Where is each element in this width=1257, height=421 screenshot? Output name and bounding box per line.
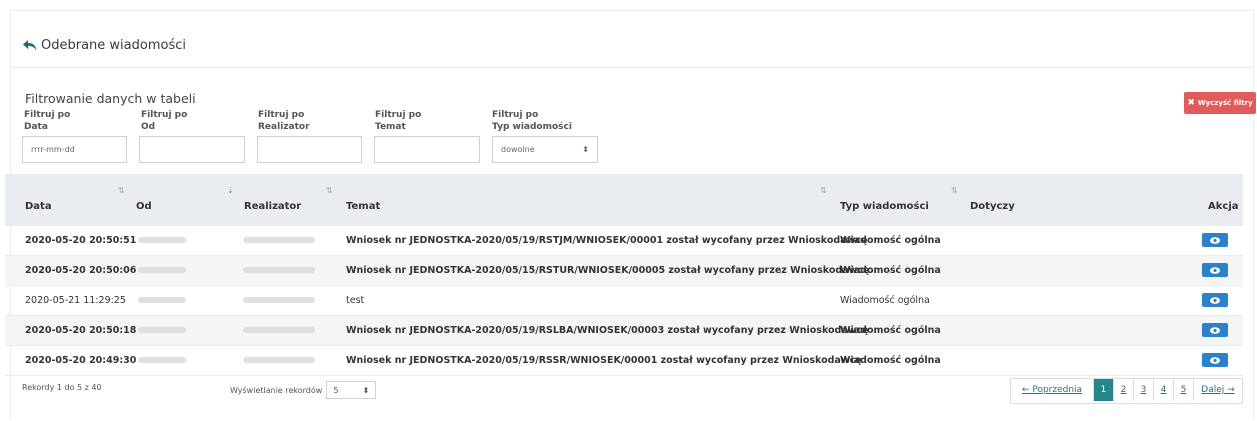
date-filter-input[interactable]: rrrr-mm-dd (22, 136, 127, 163)
eye-icon (1210, 266, 1220, 274)
filter-label: Typ wiadomości (492, 122, 572, 132)
sort-icon[interactable]: ⇅ (820, 186, 827, 195)
filter-label: Data (24, 122, 48, 132)
sort-icon[interactable]: ⇅ (951, 186, 958, 195)
view-button[interactable] (1202, 323, 1228, 337)
table-row[interactable]: 2020-05-20 20:50:06 Wniosek nr JEDNOSTKA… (5, 256, 1243, 286)
close-icon: ✖ (1187, 98, 1195, 108)
eye-icon (1210, 326, 1220, 334)
message-type-select[interactable]: dowolne ⬍ (492, 136, 598, 163)
filter-message-type: Filtruj po Typ wiadomości dowolne ⬍ (492, 109, 598, 163)
cell-date: 2020-05-20 20:49:30 (25, 355, 137, 366)
page-link-4[interactable]: 4 (1154, 379, 1174, 401)
records-info: Rekordy 1 do 5 z 40 (22, 383, 102, 392)
redacted-sender (138, 327, 186, 333)
page-link-1[interactable]: 1 (1094, 379, 1114, 401)
filter-from: Filtruj po Od (139, 109, 245, 163)
per-page-label: Wyświetlanie rekordów (230, 385, 323, 395)
filter-label: Realizator (258, 122, 310, 132)
redacted-sender (138, 267, 186, 273)
col-header-realizator[interactable]: Realizator (244, 201, 301, 212)
page-link-2[interactable]: 2 (1114, 379, 1134, 401)
per-page-select[interactable]: 5 ⬍ (326, 381, 377, 399)
table-row[interactable]: 2020-05-20 20:50:51 Wniosek nr JEDNOSTKA… (5, 226, 1243, 256)
filter-label: Filtruj po (258, 110, 305, 120)
pagination: ← Poprzednia 1 2 3 4 5 Dalej → (1010, 378, 1243, 404)
cell-type: Wiadomość ogólna (840, 265, 941, 276)
filter-label: Filtruj po (141, 110, 188, 120)
redacted-realizator (243, 297, 315, 303)
from-filter-input[interactable] (139, 136, 245, 163)
updown-icon: ⬍ (362, 385, 370, 395)
cell-subject: Wniosek nr JEDNOSTKA-2020/05/19/RSLBA/WN… (346, 325, 869, 336)
cell-type: Wiadomość ogólna (840, 325, 941, 336)
eye-icon (1210, 356, 1220, 364)
cell-subject: Wniosek nr JEDNOSTKA-2020/05/19/RSTJM/WN… (346, 235, 868, 246)
back-link[interactable]: Odebrane wiadomości (23, 38, 186, 53)
sort-icon[interactable]: ⇅ (326, 186, 333, 195)
cell-subject: Wniosek nr JEDNOSTKA-2020/05/19/RSSR/WNI… (346, 355, 862, 366)
table-row[interactable]: 2020-05-20 20:49:30 Wniosek nr JEDNOSTKA… (5, 346, 1243, 376)
cell-subject: Wniosek nr JEDNOSTKA-2020/05/15/RSTUR/WN… (346, 265, 870, 276)
redacted-sender (138, 237, 186, 243)
redacted-realizator (243, 327, 315, 333)
filter-label: Temat (375, 122, 406, 132)
clear-filters-button[interactable]: ✖ Wyczyść filtry (1184, 92, 1256, 114)
cell-subject: test (346, 295, 365, 306)
cell-type: Wiadomość ogólna (840, 355, 941, 366)
sort-active-icon[interactable]: ⇣ (227, 186, 234, 195)
subject-filter-input[interactable] (374, 136, 480, 163)
view-button[interactable] (1202, 353, 1228, 367)
table-row[interactable]: 2020-05-21 11:29:25 test Wiadomość ogóln… (5, 286, 1243, 316)
prev-page-link[interactable]: ← Poprzednia (1011, 379, 1094, 401)
panel-header: Odebrane wiadomości (11, 11, 1253, 68)
redacted-sender (138, 297, 186, 303)
clear-filters-label: Wyczyść filtry (1197, 99, 1253, 107)
filter-subject: Filtruj po Temat (374, 109, 480, 163)
cell-date: 2020-05-21 11:29:25 (25, 295, 126, 306)
cell-date: 2020-05-20 20:50:06 (25, 265, 137, 276)
cell-date: 2020-05-20 20:50:51 (25, 235, 137, 246)
cell-type: Wiadomość ogólna (840, 235, 941, 246)
page-link-5[interactable]: 5 (1174, 379, 1194, 401)
filter-label: Filtruj po (492, 110, 539, 120)
eye-icon (1210, 296, 1220, 304)
col-header-from[interactable]: Od (136, 201, 152, 212)
cell-type: Wiadomość ogólna (840, 295, 930, 306)
per-page-control: Wyświetlanie rekordów 5 ⬍ (230, 381, 377, 399)
col-header-subject[interactable]: Temat (346, 201, 380, 212)
redacted-realizator (243, 267, 315, 273)
filter-label: Filtruj po (375, 110, 422, 120)
cell-date: 2020-05-20 20:50:18 (25, 325, 137, 336)
view-button[interactable] (1202, 233, 1228, 247)
view-button[interactable] (1202, 293, 1228, 307)
updown-icon: ⬍ (582, 144, 589, 154)
redacted-realizator (243, 237, 315, 243)
messages-table: Data ⇅ Od ⇣ Realizator ⇅ Temat ⇅ Typ wia… (5, 174, 1243, 376)
filter-label: Filtruj po (24, 110, 71, 120)
next-page-link[interactable]: Dalej → (1194, 379, 1242, 401)
sort-icon[interactable]: ⇅ (118, 186, 125, 195)
redacted-sender (138, 357, 186, 363)
filter-date: Filtruj po Data rrrr-mm-dd (22, 109, 127, 163)
col-header-action: Akcja (1208, 201, 1239, 212)
reply-arrow-icon (23, 40, 37, 51)
filter-realizator: Filtruj po Realizator (257, 109, 362, 163)
table-row[interactable]: 2020-05-20 20:50:18 Wniosek nr JEDNOSTKA… (5, 316, 1243, 346)
page-link-3[interactable]: 3 (1134, 379, 1154, 401)
col-header-date[interactable]: Data (25, 201, 52, 212)
col-header-concerns[interactable]: Dotyczy (970, 201, 1015, 212)
eye-icon (1210, 236, 1220, 244)
table-header: Data ⇅ Od ⇣ Realizator ⇅ Temat ⇅ Typ wia… (5, 174, 1243, 226)
select-value: dowolne (501, 144, 535, 154)
filter-section-title: Filtrowanie danych w tabeli (25, 91, 196, 106)
page-title: Odebrane wiadomości (41, 38, 186, 53)
per-page-value: 5 (333, 385, 339, 395)
view-button[interactable] (1202, 263, 1228, 277)
realizator-filter-input[interactable] (257, 136, 362, 163)
redacted-realizator (243, 357, 315, 363)
col-header-type[interactable]: Typ wiadomości (840, 201, 929, 212)
filter-label: Od (141, 122, 156, 132)
